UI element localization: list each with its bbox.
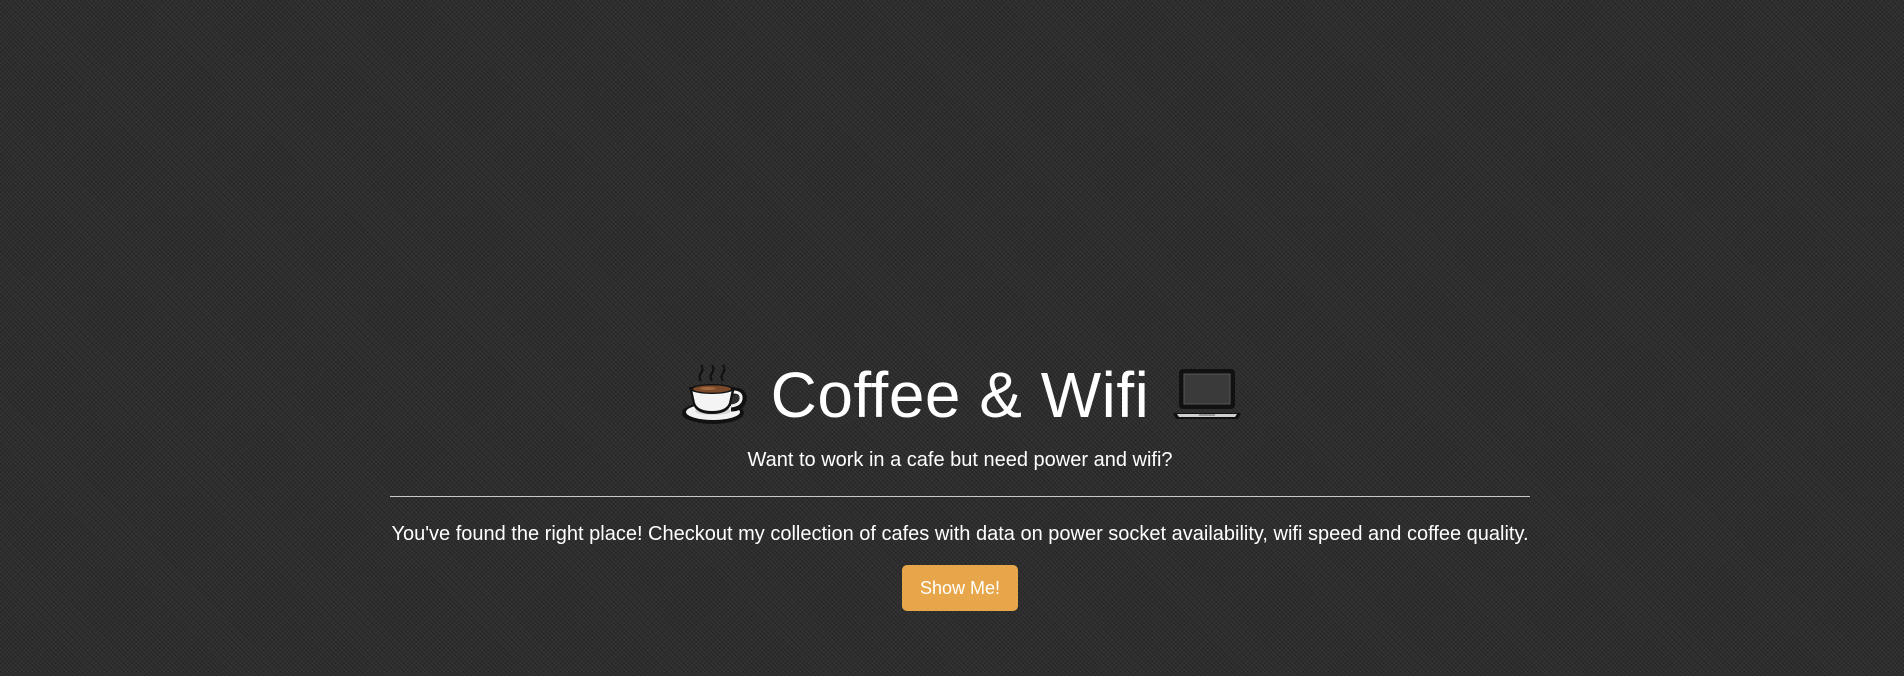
laptop-icon	[1171, 359, 1243, 431]
hot-coffee-icon	[677, 359, 749, 431]
page-subtitle: Want to work in a cafe but need power an…	[747, 449, 1173, 471]
show-me-button[interactable]: Show Me!	[901, 565, 1019, 611]
lead-paragraph: You've found the right place! Checkout m…	[391, 523, 1529, 545]
page-title: Coffee & Wifi	[770, 359, 1150, 431]
divider	[390, 496, 1530, 497]
hero-section: Coffee & Wifi Want to work in a cafe but…	[390, 348, 1530, 611]
cta-container: Show Me!	[390, 565, 1530, 611]
title-row: Coffee & Wifi	[390, 348, 1530, 442]
